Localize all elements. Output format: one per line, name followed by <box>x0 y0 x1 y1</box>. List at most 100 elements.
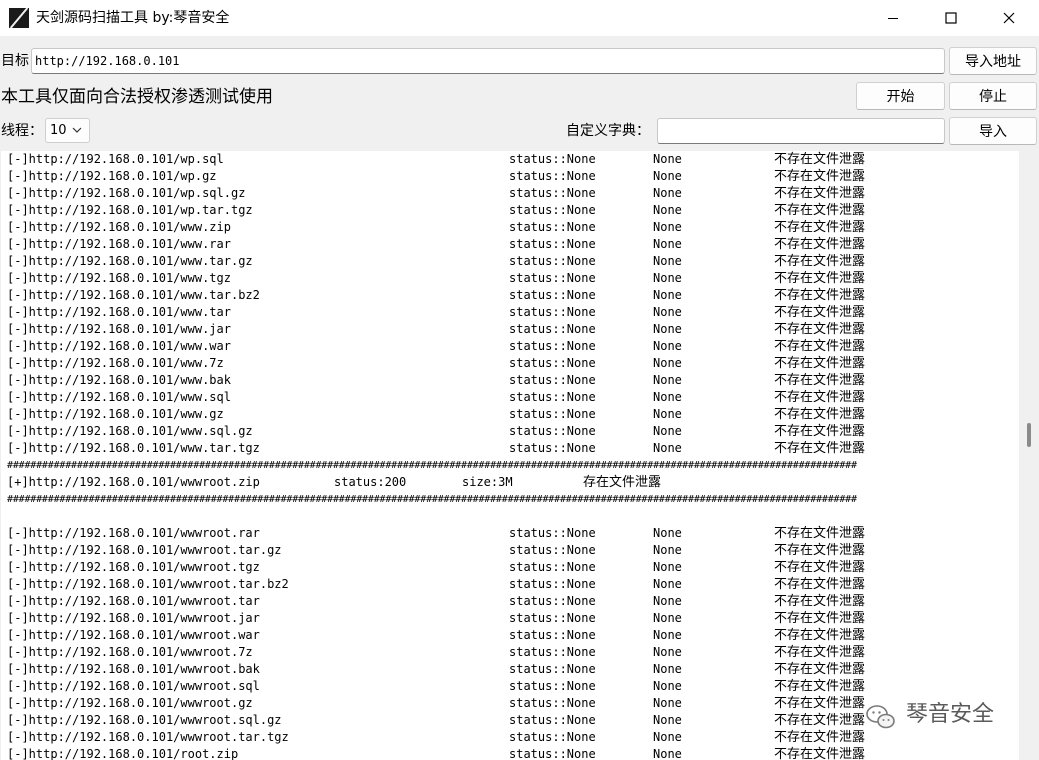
log-size: None <box>653 628 682 642</box>
log-size: None <box>653 611 682 625</box>
target-url-input[interactable]: http://192.168.0.101 <box>31 48 945 74</box>
log-row: [-]http://192.168.0.101/wwwroot.war statu… <box>1 627 1019 644</box>
log-row: [-]http://192.168.0.101/www.tar status::N… <box>1 304 1019 321</box>
log-status: status::None <box>509 186 596 200</box>
log-message: 不存在文件泄露 <box>774 441 866 456</box>
log-message: 不存在文件泄露 <box>774 730 866 745</box>
threads-select[interactable]: 10 <box>45 118 90 143</box>
vertical-scrollbar[interactable] <box>1020 151 1039 760</box>
maximize-icon <box>945 12 957 24</box>
log-row: [-]http://192.168.0.101/wwwroot.7z status… <box>1 644 1019 661</box>
log-size: None <box>653 305 682 319</box>
log-size: None <box>653 543 682 557</box>
custom-dict-input[interactable] <box>657 118 945 144</box>
log-status: status::None <box>509 254 596 268</box>
log-url: [-]http://192.168.0.101/www.tar.bz2 <box>7 288 260 302</box>
log-row-found: [+]http://192.168.0.101/wwwroot.zip statu… <box>1 474 1019 491</box>
log-row: [-]http://192.168.0.101/wwwroot.tgz statu… <box>1 559 1019 576</box>
log-message: 不存在文件泄露 <box>774 696 866 711</box>
log-url: [-]http://192.168.0.101/www.jar <box>7 322 231 336</box>
log-row: [-]http://192.168.0.101/wwwroot.jar statu… <box>1 610 1019 627</box>
scan-output-log[interactable]: [-]http://192.168.0.101/wp.sqlstatus::No… <box>1 151 1019 760</box>
log-message: 不存在文件泄露 <box>774 747 866 760</box>
log-status: status::None <box>509 713 596 727</box>
minimize-icon <box>888 18 898 19</box>
scrollbar-thumb[interactable] <box>1027 423 1031 447</box>
log-size: None <box>653 645 682 659</box>
log-status: status::None <box>509 679 596 693</box>
found-size: size:3M <box>462 475 513 489</box>
log-url: [-]http://192.168.0.101/wp.sql.gz <box>7 186 246 200</box>
start-button[interactable]: 开始 <box>856 82 945 110</box>
log-row: [-]http://192.168.0.101/www.war status::N… <box>1 338 1019 355</box>
log-message: 不存在文件泄露 <box>774 390 866 405</box>
log-url: [-]http://192.168.0.101/www.rar <box>7 237 231 251</box>
log-message: 不存在文件泄露 <box>774 594 866 609</box>
stop-button[interactable]: 停止 <box>949 82 1037 110</box>
log-message: 不存在文件泄露 <box>774 339 866 354</box>
title-bar: 天剑源码扫描工具 by:琴音安全 <box>0 0 1039 36</box>
watermark: 琴音安全 <box>866 700 1016 732</box>
log-size: None <box>653 577 682 591</box>
log-url: [-]http://192.168.0.101/www.tgz <box>7 271 231 285</box>
found-url: [+]http://192.168.0.101/wwwroot.zip <box>7 475 260 489</box>
import-address-button[interactable]: 导入地址 <box>949 47 1037 75</box>
log-status: status::None <box>509 577 596 591</box>
log-row: [-]http://192.168.0.101/www.tar.bz2 statu… <box>1 287 1019 304</box>
chevron-down-icon <box>72 127 82 133</box>
found-message: 存在文件泄露 <box>583 475 662 490</box>
minimize-button[interactable] <box>870 0 916 36</box>
log-row: [-]http://192.168.0.101/www.tgz status::N… <box>1 270 1019 287</box>
log-url: [-]http://192.168.0.101/www.gz <box>7 407 224 421</box>
log-size: None <box>653 339 682 353</box>
log-url: [-]http://192.168.0.101/wwwroot.sql <box>7 679 260 693</box>
log-status: status::None <box>509 747 596 760</box>
log-row: [-]http://192.168.0.101/wwwroot.rar statu… <box>1 525 1019 542</box>
close-button[interactable] <box>986 0 1032 36</box>
log-size: None <box>653 594 682 608</box>
log-message: 不存在文件泄露 <box>774 373 866 388</box>
log-size: None <box>653 526 682 540</box>
log-status: status::None <box>509 271 596 285</box>
wechat-icon <box>866 705 895 729</box>
log-size: None <box>653 441 682 455</box>
log-size: None <box>653 356 682 370</box>
log-row: [-]http://192.168.0.101/www.rar status::N… <box>1 236 1019 253</box>
log-row: [-]http://192.168.0.101/www.sql status::N… <box>1 389 1019 406</box>
log-message: 不存在文件泄露 <box>774 713 866 728</box>
log-status: status::None <box>509 543 596 557</box>
app-sword-icon <box>9 8 29 28</box>
log-status: status::None <box>509 662 596 676</box>
log-size: None <box>653 679 682 693</box>
log-status: status::None <box>509 424 596 438</box>
log-message: 不存在文件泄露 <box>774 169 866 184</box>
log-size: None <box>653 560 682 574</box>
log-size: None <box>653 271 682 285</box>
log-separator: ########################################… <box>7 494 857 505</box>
log-message: 不存在文件泄露 <box>774 322 866 337</box>
maximize-button[interactable] <box>928 0 974 36</box>
log-row: [-]http://192.168.0.101/www.7z status::No… <box>1 355 1019 372</box>
log-size: None <box>653 203 682 217</box>
log-status: status::None <box>509 645 596 659</box>
log-message: 不存在文件泄露 <box>774 577 866 592</box>
log-message: 不存在文件泄露 <box>774 526 866 541</box>
log-size: None <box>653 152 682 166</box>
log-size: None <box>653 237 682 251</box>
log-url: [-]http://192.168.0.101/wp.sql <box>7 152 224 166</box>
log-message: 不存在文件泄露 <box>774 305 866 320</box>
log-status: status::None <box>509 288 596 302</box>
log-size: None <box>653 169 682 183</box>
log-size: None <box>653 713 682 727</box>
log-status: status::None <box>509 169 596 183</box>
log-status: status::None <box>509 152 596 166</box>
log-message: 不存在文件泄露 <box>774 645 866 660</box>
log-row: [-]http://192.168.0.101/wp.sql status::No… <box>1 151 1019 168</box>
log-status: status::None <box>509 322 596 336</box>
log-message: 不存在文件泄露 <box>774 271 866 286</box>
import-dict-button[interactable]: 导入 <box>949 117 1037 145</box>
log-size: None <box>653 424 682 438</box>
legal-notice: 本工具仅面向合法授权渗透测试使用 <box>1 87 273 107</box>
log-url: [-]http://192.168.0.101/www.sql.gz <box>7 424 253 438</box>
log-row: [-]http://192.168.0.101/wwwroot.bak statu… <box>1 661 1019 678</box>
